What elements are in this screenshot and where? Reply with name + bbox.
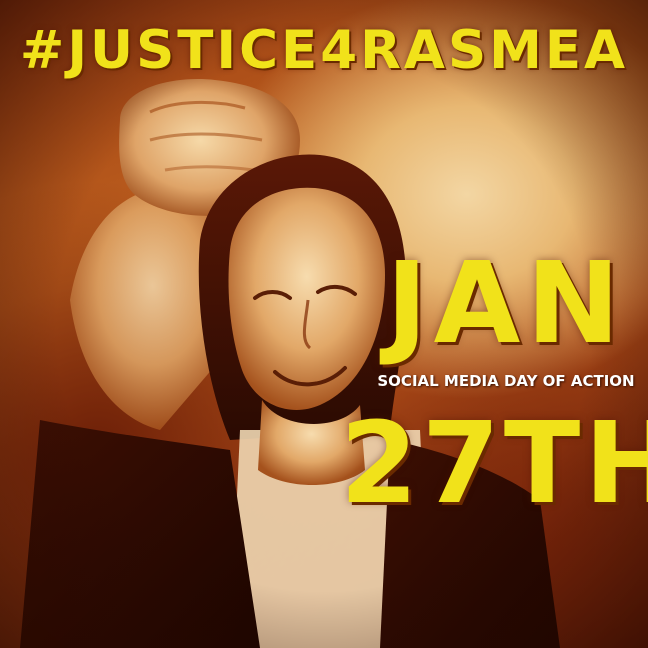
poster: #JUSTICE4RASMEA JAN SOCIAL MEDIA DAY OF …: [0, 0, 648, 648]
date-day: 27TH: [340, 399, 648, 529]
dark-coat-left: [20, 420, 260, 648]
event-subtitle: SOCIAL MEDIA DAY OF ACTION: [377, 372, 635, 390]
date-month: JAN: [385, 239, 627, 369]
hashtag-headline: #JUSTICE4RASMEA: [19, 20, 629, 81]
